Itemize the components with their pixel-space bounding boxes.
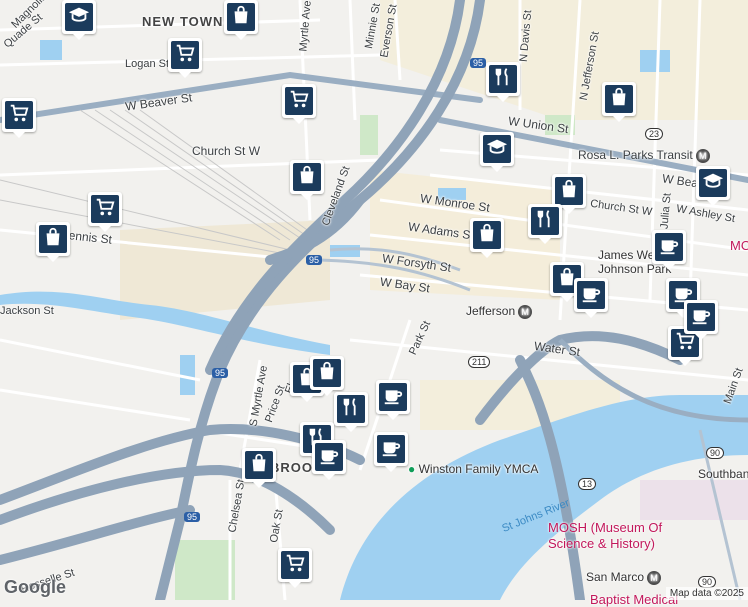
street-label-rosa-parks-transit: Rosa L. Parks Transit M: [578, 148, 710, 163]
highway-shield-95: 95: [212, 368, 229, 378]
place-marker[interactable]: [278, 548, 312, 588]
place-marker[interactable]: [36, 222, 70, 262]
highway-shield-90: 90: [706, 447, 725, 459]
shopping-cart-icon: [284, 552, 306, 579]
place-marker[interactable]: [2, 98, 36, 138]
street-label-church-st-w: Church St W: [192, 144, 261, 158]
shopping-bag-icon: [316, 360, 338, 387]
place-marker[interactable]: [168, 38, 202, 78]
coffee-icon: [382, 384, 404, 411]
shopping-cart-icon: [8, 102, 30, 129]
poi-label-southbank-riv[interactable]: Southbank Riv: [698, 467, 748, 481]
google-logo: Google: [4, 577, 66, 597]
highway-shield-95: 95: [306, 255, 323, 265]
poi-label-winston-ymca[interactable]: ● Winston Family YMCA: [408, 462, 538, 476]
place-marker[interactable]: [602, 82, 636, 122]
place-marker[interactable]: [312, 440, 346, 480]
poi-label-mosh[interactable]: MOSH (Museum Of Science & History): [548, 520, 678, 552]
place-marker[interactable]: [528, 204, 562, 244]
map-attribution[interactable]: Map data ©2025: [665, 587, 748, 600]
transit-icon: M: [647, 570, 662, 585]
highway-shield-23: 23: [645, 128, 664, 140]
place-marker[interactable]: [480, 132, 514, 172]
coffee-icon: [658, 234, 680, 261]
education-icon: [486, 136, 508, 163]
place-marker[interactable]: [470, 218, 504, 258]
place-marker[interactable]: [88, 192, 122, 232]
place-marker[interactable]: [574, 278, 608, 318]
restaurant-icon: [534, 208, 556, 235]
shopping-bag-icon: [296, 164, 318, 191]
place-marker[interactable]: [374, 432, 408, 472]
place-marker[interactable]: [486, 62, 520, 102]
highway-shield-211: 211: [468, 356, 491, 368]
transit-icon: M: [518, 304, 533, 319]
coffee-icon: [318, 444, 340, 471]
restaurant-icon: [492, 66, 514, 93]
restaurant-icon: [340, 396, 362, 423]
place-marker[interactable]: [310, 356, 344, 396]
shopping-cart-icon: [174, 42, 196, 69]
shopping-bag-icon: [558, 178, 580, 205]
highway-shield-95: 95: [470, 58, 487, 68]
street-label-logan-st: Logan St: [125, 58, 170, 70]
place-marker[interactable]: [282, 84, 316, 124]
street-label-jackson-st: Jackson St: [0, 305, 54, 317]
poi-label-mosh-east[interactable]: MOSH: [730, 238, 748, 253]
place-marker[interactable]: [224, 0, 258, 40]
poi-label-jefferson-station[interactable]: Jefferson M: [466, 304, 533, 319]
coffee-icon: [580, 282, 602, 309]
shopping-bag-icon: [476, 222, 498, 249]
transit-icon: M: [695, 148, 710, 163]
district-label-new-town: NEW TOWN: [142, 14, 224, 29]
poi-label-san-marco[interactable]: San Marco M: [586, 570, 662, 585]
place-marker[interactable]: [684, 300, 718, 340]
highway-shield-13: 13: [578, 478, 597, 490]
education-icon: [702, 170, 724, 197]
shopping-bag-icon: [42, 226, 64, 253]
place-marker[interactable]: [242, 448, 276, 488]
shopping-bag-icon: [230, 4, 252, 31]
shopping-cart-icon: [288, 88, 310, 115]
place-marker[interactable]: [62, 0, 96, 40]
place-marker[interactable]: [552, 174, 586, 214]
highway-shield-95: 95: [184, 512, 201, 522]
shopping-cart-icon: [94, 196, 116, 223]
shopping-bag-icon: [248, 452, 270, 479]
place-marker[interactable]: [696, 166, 730, 206]
shopping-bag-icon: [608, 86, 630, 113]
place-marker[interactable]: [652, 230, 686, 270]
place-marker[interactable]: [376, 380, 410, 420]
place-marker[interactable]: [290, 160, 324, 200]
coffee-icon: [690, 304, 712, 331]
coffee-icon: [380, 436, 402, 463]
education-icon: [68, 4, 90, 31]
place-marker[interactable]: [334, 392, 368, 432]
